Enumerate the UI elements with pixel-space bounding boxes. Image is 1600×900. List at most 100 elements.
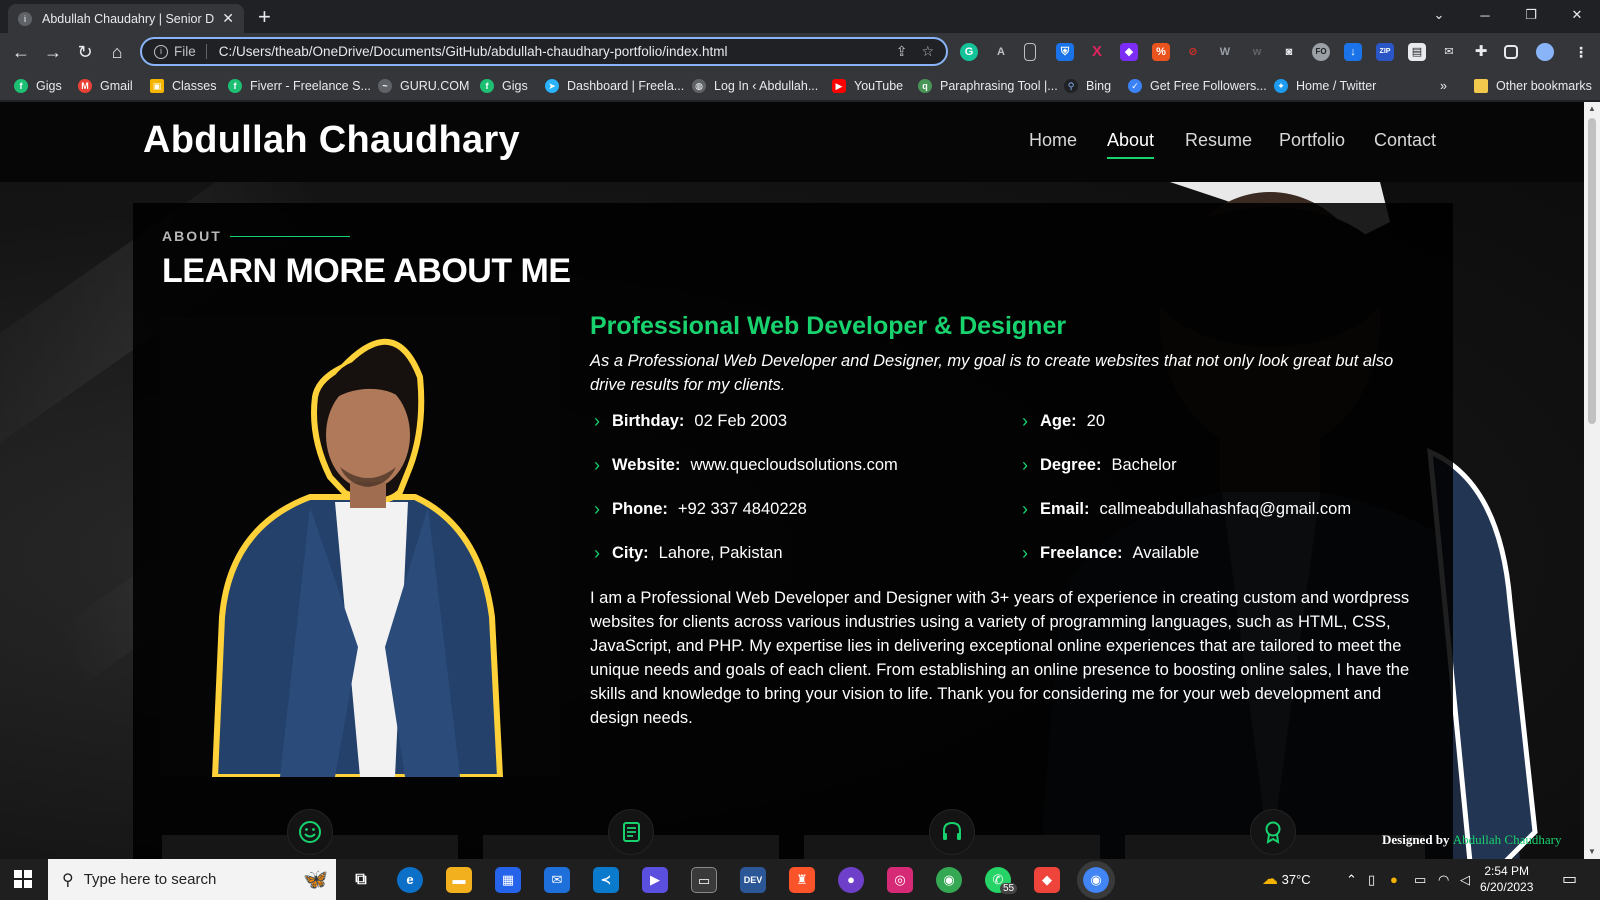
scroll-down-arrow-icon[interactable]: ▼ bbox=[1584, 845, 1600, 859]
wifi-icon[interactable]: ◠ bbox=[1438, 859, 1449, 900]
bookmark-item[interactable]: ➤ Dashboard | Freela... bbox=[545, 77, 684, 95]
device-extension-icon[interactable] bbox=[1024, 43, 1036, 61]
screenshot-extension-icon[interactable]: ◙ bbox=[1280, 43, 1298, 61]
wordpress-extension-icon[interactable]: W bbox=[1216, 43, 1234, 61]
bookmark-label: Gigs bbox=[36, 79, 62, 93]
bookmark-item[interactable]: ▣ Classes bbox=[150, 77, 216, 95]
info-label: Email: bbox=[1040, 500, 1090, 518]
bookmark-star-icon[interactable]: ☆ bbox=[921, 43, 934, 60]
weather-widget[interactable]: ☁ 37°C bbox=[1262, 859, 1311, 900]
journal-icon bbox=[608, 809, 654, 855]
gem-extension-icon[interactable]: ◆ bbox=[1120, 43, 1138, 61]
devtoys-icon[interactable]: DEV bbox=[740, 867, 766, 893]
bookmark-item[interactable]: f Fiverr - Freelance S... bbox=[228, 77, 371, 95]
edge-icon[interactable]: e bbox=[397, 867, 423, 893]
credit-name[interactable]: Abdullah Chaudhary bbox=[1453, 832, 1562, 847]
nav-resume[interactable]: Resume bbox=[1185, 130, 1252, 151]
back-button[interactable]: ← bbox=[8, 39, 34, 65]
brave-icon[interactable]: ♜ bbox=[789, 867, 815, 893]
page-scrollbar[interactable]: ▲ ▼ bbox=[1584, 102, 1600, 859]
bookmark-item[interactable]: ◍ Log In ‹ Abdullah... bbox=[692, 77, 818, 95]
forward-button[interactable]: → bbox=[40, 39, 66, 65]
power-automate-icon[interactable]: ▶ bbox=[642, 867, 668, 893]
bookmark-item[interactable]: ⚲ Bing bbox=[1064, 77, 1111, 95]
freelancer-icon: ➤ bbox=[545, 79, 559, 93]
bookmark-item[interactable]: f Gigs bbox=[480, 77, 528, 95]
tray-chevron-icon[interactable]: ⌃ bbox=[1346, 859, 1357, 900]
grammarly-extension-icon[interactable]: G bbox=[960, 43, 978, 61]
info-value[interactable]: callmeabdullahashfaq@gmail.com bbox=[1100, 500, 1352, 519]
volume-icon[interactable]: ◁ bbox=[1460, 859, 1470, 900]
taskbar-clock[interactable]: 2:54 PM 6/20/2023 bbox=[1480, 863, 1533, 895]
nav-home[interactable]: Home bbox=[1029, 130, 1077, 151]
bookmarks-overflow-button[interactable]: » bbox=[1440, 77, 1447, 95]
store-icon[interactable]: ▦ bbox=[495, 867, 521, 893]
info-phone: › Phone: +92 337 4840228 bbox=[594, 499, 807, 520]
scrollbar-thumb[interactable] bbox=[1588, 118, 1596, 424]
vscode-icon[interactable]: ≺ bbox=[593, 867, 619, 893]
taskbar-search-box[interactable]: ⚲ Type here to search 🦋 bbox=[48, 859, 336, 900]
window-close-button[interactable]: ✕ bbox=[1554, 0, 1600, 30]
wappalyzer-extension-icon[interactable]: w bbox=[1248, 43, 1266, 61]
notes-extension-icon[interactable]: ▤ bbox=[1408, 43, 1426, 61]
profile-avatar[interactable] bbox=[1536, 43, 1554, 61]
chrome-profile-icon[interactable]: ◉ bbox=[1077, 861, 1115, 899]
notifications-icon[interactable]: ▭ bbox=[1562, 859, 1577, 900]
bookmark-item[interactable]: ▶ YouTube bbox=[832, 77, 903, 95]
bookmark-item[interactable]: ✓ Get Free Followers... bbox=[1128, 77, 1267, 95]
bookmark-item[interactable]: f Gigs bbox=[14, 77, 62, 95]
github-icon[interactable]: ● bbox=[838, 867, 864, 893]
mail-extension-icon[interactable]: ✉ bbox=[1440, 43, 1458, 61]
share-icon[interactable]: ⇪ bbox=[896, 43, 908, 60]
chrome-icon[interactable]: ◉ bbox=[936, 867, 962, 893]
task-view-icon[interactable]: ⧉ bbox=[348, 867, 374, 893]
side-panel-icon[interactable] bbox=[1504, 45, 1518, 59]
address-url[interactable]: C:/Users/theab/OneDrive/Documents/GitHub… bbox=[219, 44, 882, 59]
x-extension-icon[interactable]: X bbox=[1088, 43, 1106, 61]
info-value[interactable]: www.quecloudsolutions.com bbox=[690, 456, 897, 475]
tab-close-icon[interactable]: ✕ bbox=[222, 10, 234, 27]
scroll-up-arrow-icon[interactable]: ▲ bbox=[1584, 102, 1600, 116]
tab-search-chevron-icon[interactable]: ⌄ bbox=[1416, 0, 1462, 30]
terminal-icon[interactable]: ▭ bbox=[691, 867, 717, 893]
anydesk-icon[interactable]: ◆ bbox=[1034, 867, 1060, 893]
nav-about[interactable]: About bbox=[1107, 130, 1155, 159]
download-extension-icon[interactable]: ↓ bbox=[1344, 43, 1362, 61]
tray-alert-icon[interactable]: ● bbox=[1390, 859, 1398, 900]
nav-portfolio[interactable]: Portfolio bbox=[1279, 130, 1345, 151]
info-value: Available bbox=[1132, 544, 1200, 562]
nav-contact[interactable]: Contact bbox=[1374, 130, 1436, 151]
file-explorer-icon[interactable]: ▬ bbox=[446, 867, 472, 893]
html-extension-icon[interactable]: % bbox=[1152, 43, 1170, 61]
address-bar[interactable]: i File C:/Users/theab/OneDrive/Documents… bbox=[140, 37, 948, 66]
site-info-icon[interactable]: i bbox=[154, 44, 168, 59]
bing-search-icon: ⚲ bbox=[1064, 79, 1078, 93]
bookmark-item[interactable]: ~ GURU.COM bbox=[378, 77, 469, 95]
site-logo[interactable]: Abdullah Chaudhary bbox=[143, 119, 520, 162]
blocker-extension-icon[interactable]: ⊘ bbox=[1184, 43, 1202, 61]
text-extension-icon[interactable]: A bbox=[992, 43, 1010, 61]
bookmark-item[interactable]: M Gmail bbox=[78, 77, 133, 95]
gmail-icon: M bbox=[78, 79, 92, 93]
tray-device-icon[interactable]: ▯ bbox=[1368, 859, 1375, 900]
new-tab-button[interactable]: + bbox=[258, 5, 271, 29]
reload-button[interactable]: ↻ bbox=[72, 39, 98, 65]
bookmark-item[interactable]: q Paraphrasing Tool |... bbox=[918, 77, 1058, 95]
other-bookmarks[interactable]: Other bookmarks bbox=[1474, 77, 1592, 95]
vpn-shield-extension-icon[interactable]: ⛨ bbox=[1056, 43, 1074, 61]
active-tab[interactable]: i Abdullah Chaudahry | Senior Dev ✕ bbox=[8, 4, 244, 33]
info-value[interactable]: +92 337 4840228 bbox=[678, 500, 807, 519]
fo-extension-icon[interactable]: FO bbox=[1312, 43, 1330, 61]
instagram-icon[interactable]: ◎ bbox=[887, 867, 913, 893]
home-button[interactable]: ⌂ bbox=[104, 39, 130, 65]
minimize-button[interactable]: ─ bbox=[1462, 0, 1508, 30]
windows-start-icon[interactable] bbox=[14, 870, 32, 893]
zip-extension-icon[interactable]: ZIP bbox=[1376, 43, 1394, 61]
menu-kebab-icon[interactable]: ⋮ bbox=[1572, 43, 1590, 61]
mail-icon[interactable]: ✉ bbox=[544, 867, 570, 893]
restore-button[interactable]: ❐ bbox=[1508, 0, 1554, 30]
battery-icon[interactable]: ▭ bbox=[1414, 859, 1426, 900]
info-age: › Age: 20 bbox=[1022, 411, 1105, 432]
extensions-puzzle-icon[interactable]: ✚ bbox=[1472, 43, 1490, 61]
bookmark-item[interactable]: ✦ Home / Twitter bbox=[1274, 77, 1376, 95]
